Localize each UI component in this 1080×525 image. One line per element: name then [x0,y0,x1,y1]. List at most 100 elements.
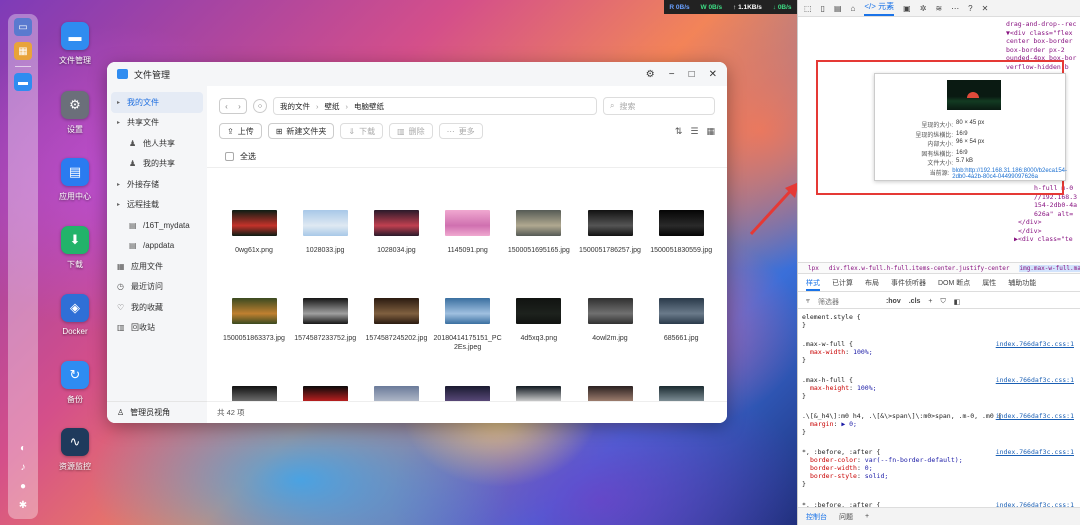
inspect-icon[interactable]: ⬚ [804,4,812,13]
dom-line[interactable]: ▼<div class="flex [1006,29,1073,37]
more-tools-icon[interactable]: ⋯ [951,4,959,13]
dom-line[interactable]: </div> [1018,227,1041,235]
search-input[interactable]: ⌕ 搜索 [603,97,715,115]
sidebar-item[interactable]: ♡ 我的收藏 [107,297,207,318]
file-item[interactable]: 1500051695165.jpg [504,210,574,255]
dom-line[interactable]: ▶<div class="te [1014,235,1073,243]
sidebar-item[interactable]: ▤ /16T_mydata [107,215,207,236]
styles-tab[interactable]: 样式 [806,278,820,291]
styles-tab[interactable]: 辅助功能 [1008,278,1036,291]
bell-icon[interactable]: ♪ [20,462,25,473]
sidebar-item[interactable]: ▥ 回收站 [107,318,207,339]
file-item[interactable]: 1500051786257.jpg [575,210,645,255]
file-item[interactable] [504,386,574,401]
wifi-icon[interactable]: ≋ [935,4,942,13]
upload-button[interactable]: ⇪ 上传 [219,123,262,139]
desktop-icon[interactable]: ∿ 资源监控 [40,428,110,472]
theme-icon[interactable]: ◐ [20,443,26,454]
add-rule-icon[interactable]: + [928,298,932,305]
sidebar-item[interactable]: ♟ 我的共享 [107,154,207,175]
sidebar-item[interactable]: ▦ 应用文件 [107,256,207,277]
refresh-button[interactable]: ○ [253,99,267,113]
monitor-icon[interactable]: ▭ [14,18,32,36]
file-item[interactable] [219,386,289,401]
styles-tab[interactable]: 布局 [865,278,879,291]
dom-line[interactable]: drag-and-drop--rec [1006,20,1076,28]
dom-line[interactable]: 626a" alt= [1034,210,1073,218]
back-icon[interactable]: ‹ [225,102,228,111]
network-icon[interactable]: ▣ [903,4,911,13]
file-item[interactable]: 1028034.jpg [361,210,431,255]
device-icon[interactable]: ▯ [821,4,825,13]
styles-tab[interactable]: 事件侦听器 [891,278,926,291]
add-tab-icon[interactable]: + [865,513,869,520]
file-item[interactable]: 1028033.jpg [290,210,360,255]
hov-toggle[interactable]: :hov [886,298,901,305]
new-folder-button[interactable]: ⊞ 新建文件夹 [267,123,335,139]
sidebar-pane-icon[interactable]: ◧ [954,298,961,306]
file-item[interactable] [433,386,503,401]
css-property[interactable]: border-width: 0; [802,464,1074,472]
sidebar-item[interactable]: ♟ 他人共享 [107,133,207,154]
file-item[interactable]: 4d5xq3.png [504,298,574,343]
list-view-icon[interactable]: ☰ [690,126,698,137]
settings-icon[interactable]: ⚙ [646,69,655,80]
paint-icon[interactable]: ⛉ [941,298,946,306]
dom-line[interactable]: center box-border [1006,37,1073,45]
file-manager-dock-icon[interactable]: ▬ [14,73,32,91]
dom-crumb[interactable]: div.flex.w-full.h-full.items-center.just… [829,265,1010,272]
styles-tab[interactable]: DOM 断点 [938,278,970,291]
maximize-icon[interactable]: □ [689,69,695,80]
file-item[interactable]: 1574587233752.jpg [290,298,360,343]
breadcrumb-item[interactable]: 电脑壁纸 [354,101,384,112]
more-button[interactable]: ⋯ 更多 [438,123,483,139]
cls-toggle[interactable]: .cls [909,298,921,305]
close-devtools-icon[interactable]: ✕ [982,4,989,13]
home-icon[interactable]: ⌂ [851,4,856,13]
sidebar-item[interactable]: ▸ 共享文件 [107,113,207,134]
file-item[interactable]: 1500051830559.jpg [646,210,715,255]
expand-arrow-icon[interactable]: ▸ [117,201,127,208]
user-icon[interactable]: ● [20,481,26,492]
file-item[interactable] [361,386,431,401]
breadcrumb-item[interactable]: 壁纸 [325,101,340,112]
file-item[interactable] [646,386,715,401]
sidebar-item[interactable]: ▤ /appdata [107,236,207,257]
apps-grid-icon[interactable]: ▦ [14,42,32,60]
settings-small-icon[interactable]: ✱ [19,500,27,511]
tab-elements[interactable]: </> 元素 [864,1,895,16]
close-icon[interactable]: ✕ [709,69,717,80]
desktop-icon[interactable]: ⬇ 下载 [40,226,110,270]
css-selector[interactable]: element.style { [802,313,1074,321]
desktop-icon[interactable]: ▤ 应用中心 [40,158,110,202]
dom-line[interactable]: box-border px-2 [1006,46,1065,54]
admin-view[interactable]: ♙ 管理员视角 [107,401,207,423]
expand-arrow-icon[interactable]: ▸ [117,119,127,126]
download-button[interactable]: ⇓ 下载 [340,123,384,139]
issues-tab[interactable]: 问题 [839,512,853,522]
breadcrumb-item[interactable]: 我的文件 [280,101,310,112]
window-titlebar[interactable]: 文件管理 ⚙ − □ ✕ [107,62,727,86]
sidebar-item[interactable]: ▸ 远程挂载 [107,195,207,216]
minimize-icon[interactable]: − [669,69,675,80]
desktop-icon[interactable]: ⚙ 设置 [40,91,110,135]
dom-line[interactable]: 154-2db0-4a [1034,201,1077,209]
bug-icon[interactable]: ✲ [920,4,927,13]
css-property[interactable]: margin: ▶ 0; [802,420,1074,428]
dom-crumb[interactable]: lpx [808,265,819,272]
delete-button[interactable]: ▥ 删除 [389,123,433,139]
file-item[interactable] [575,386,645,401]
file-item[interactable]: 0wg61x.png [219,210,289,255]
css-property[interactable]: max-width: 100%; [802,348,1074,356]
css-property[interactable]: border-style: solid; [802,472,1074,480]
css-source-link[interactable]: index.766daf3c.css:1 [996,340,1074,348]
styles-tab[interactable]: 属性 [982,278,996,291]
help-icon[interactable]: ? [968,4,972,13]
sidebar-item[interactable]: ◷ 最近访问 [107,277,207,298]
file-item[interactable]: 4owl2m.jpg [575,298,645,343]
css-source-link[interactable]: index.766daf3c.css:1 [996,376,1074,384]
file-item[interactable]: 20180414175151_PC2Es.jpeg [433,298,503,352]
css-source-link[interactable]: index.766daf3c.css:1 [996,448,1074,456]
file-item[interactable]: 1145091.png [433,210,503,255]
select-all-checkbox[interactable] [225,152,234,161]
